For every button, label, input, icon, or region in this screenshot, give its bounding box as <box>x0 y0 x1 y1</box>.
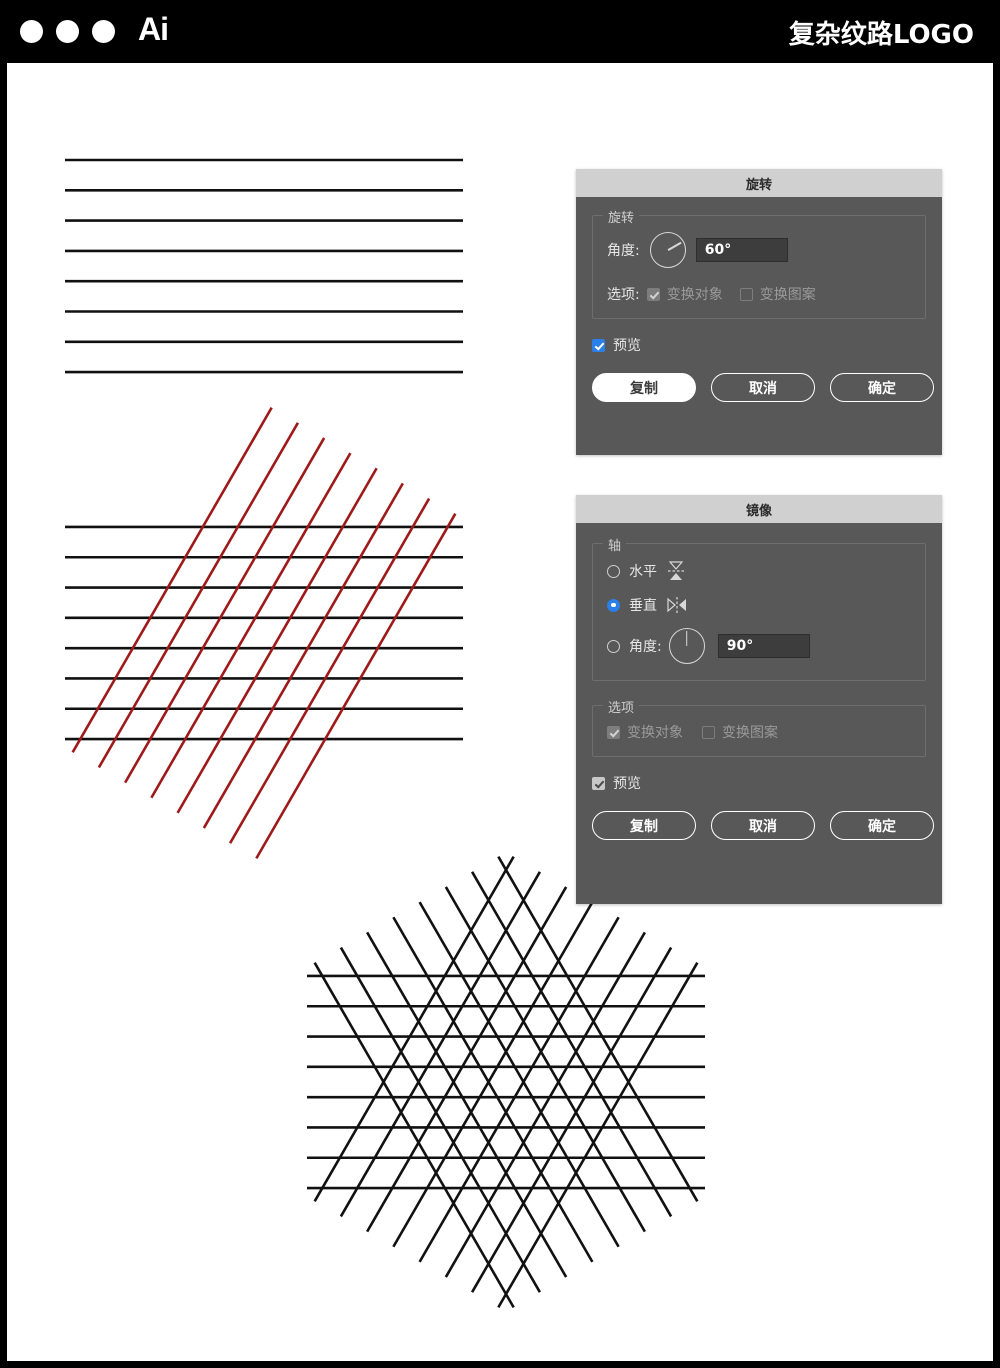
rotate-preview-row: 预览 <box>592 335 926 355</box>
rotate-dialog[interactable]: 旋转 旋转 角度: 60° 选项: 变换对象 变换图案 预览 复制 取消 确定 <box>576 169 942 455</box>
minimize-button-icon[interactable] <box>56 20 79 43</box>
rotate-transform-options-row: 选项: 变换对象 变换图案 <box>607 284 911 304</box>
rotate-options-label: 选项: <box>607 287 640 303</box>
axis-vertical-radio[interactable] <box>607 598 620 612</box>
rotate-dialog-title: 旋转 <box>745 177 772 193</box>
mirror-angle-input[interactable]: 90° <box>717 634 810 658</box>
transform-pattern-label: 变换图案 <box>759 287 816 303</box>
ok-button[interactable]: 确定 <box>830 811 934 840</box>
flip-vertical-icon <box>667 597 686 613</box>
transform-object-label: 变换对象 <box>627 725 683 741</box>
rotate-options-group: 旋转 角度: 60° 选项: 变换对象 变换图案 <box>592 207 926 319</box>
axis-angle-label: 角度: <box>629 639 662 655</box>
preview-checkbox[interactable] <box>592 338 605 352</box>
cancel-button[interactable]: 取消 <box>711 811 815 840</box>
rotate-dialog-body: 旋转 角度: 60° 选项: 变换对象 变换图案 预览 复制 取消 确定 <box>576 207 942 402</box>
rotate-group-title: 旋转 <box>603 207 640 226</box>
axis-horizontal-radio[interactable] <box>607 564 620 578</box>
preview-label: 预览 <box>613 338 641 354</box>
transform-object-label: 变换对象 <box>666 287 723 303</box>
tri-axial-hexagon-group <box>307 855 705 1309</box>
artboard-canvas[interactable]: 旋转 旋转 角度: 60° 选项: 变换对象 变换图案 预览 复制 取消 确定 … <box>7 63 993 1361</box>
transform-pattern-checkbox[interactable] <box>739 287 753 301</box>
axis-angle-row[interactable]: 角度: 90° <box>607 628 911 664</box>
transform-object-checkbox[interactable] <box>646 287 660 301</box>
axis-angle-radio[interactable] <box>607 639 620 653</box>
mirror-dialog-title: 镜像 <box>745 503 772 519</box>
mirror-options-group: 选项 变换对象 变换图案 <box>592 697 926 757</box>
angle-dial-icon[interactable] <box>649 232 686 268</box>
window-titlebar: Ai 复杂纹路LOGO <box>0 0 1000 63</box>
mirror-transform-options-row: 变换对象 变换图案 <box>607 722 911 742</box>
mirror-axis-group-title: 轴 <box>603 535 627 554</box>
mirror-dialog-body: 轴 水平 垂直 角度: 90° 选项 变换对象 变换图案 预览 复制 取消 确定 <box>576 535 942 840</box>
traffic-light-buttons <box>20 20 115 43</box>
axis-vertical-label: 垂直 <box>629 598 657 614</box>
rotate-dialog-titlebar: 旋转 <box>576 169 942 197</box>
transform-pattern-checkbox[interactable] <box>702 725 715 739</box>
illustrator-window: Ai 复杂纹路LOGO 旋转 旋转 角度: 60° 选项: 变换对象 变换图案 … <box>0 0 1000 1368</box>
mirror-options-group-title: 选项 <box>603 697 640 716</box>
flip-horizontal-icon <box>668 561 684 580</box>
mirror-axis-group: 轴 水平 垂直 角度: 90° <box>592 535 926 681</box>
transform-pattern-label: 变换图案 <box>722 725 778 741</box>
rotate-button-row: 复制 取消 确定 <box>592 373 934 402</box>
mirror-dialog-titlebar: 镜像 <box>576 495 942 523</box>
mirror-preview-row: 预览 <box>592 773 926 793</box>
transform-object-checkbox[interactable] <box>607 725 620 739</box>
cancel-button[interactable]: 取消 <box>711 373 815 402</box>
mirror-dialog[interactable]: 镜像 轴 水平 垂直 角度: 90° 选项 变换对象 变换图案 预览 复制 取消… <box>576 495 942 904</box>
copy-button[interactable]: 复制 <box>592 811 696 840</box>
axis-horizontal-label: 水平 <box>629 564 657 580</box>
close-button-icon[interactable] <box>20 20 43 43</box>
axis-vertical-row[interactable]: 垂直 <box>607 595 911 615</box>
rotate-angle-row: 角度: 60° <box>607 232 911 268</box>
horizontal-line-group <box>65 158 463 374</box>
copy-button[interactable]: 复制 <box>592 373 696 402</box>
app-logo: Ai <box>138 11 169 47</box>
rotate-angle-label: 角度: <box>607 243 640 259</box>
zoom-button-icon[interactable] <box>92 20 115 43</box>
document-title: 复杂纹路LOGO <box>788 20 974 50</box>
rotate-angle-input[interactable]: 60° <box>695 238 788 262</box>
preview-checkbox[interactable] <box>592 776 605 790</box>
mirror-button-row: 复制 取消 确定 <box>592 811 934 840</box>
angle-dial-icon[interactable] <box>668 628 705 664</box>
middle-horizontal-line-group <box>65 525 463 741</box>
rotated-preview-line-group <box>71 406 457 860</box>
ok-button[interactable]: 确定 <box>830 373 934 402</box>
axis-horizontal-row[interactable]: 水平 <box>607 560 911 582</box>
preview-label: 预览 <box>613 776 641 792</box>
